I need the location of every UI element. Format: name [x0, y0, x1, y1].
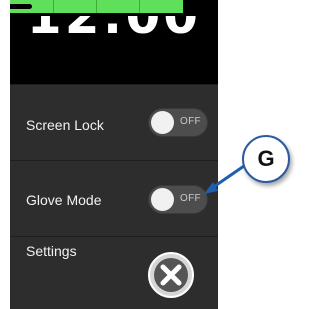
callout-badge: G [242, 135, 290, 183]
callout-letter: G [257, 146, 275, 171]
